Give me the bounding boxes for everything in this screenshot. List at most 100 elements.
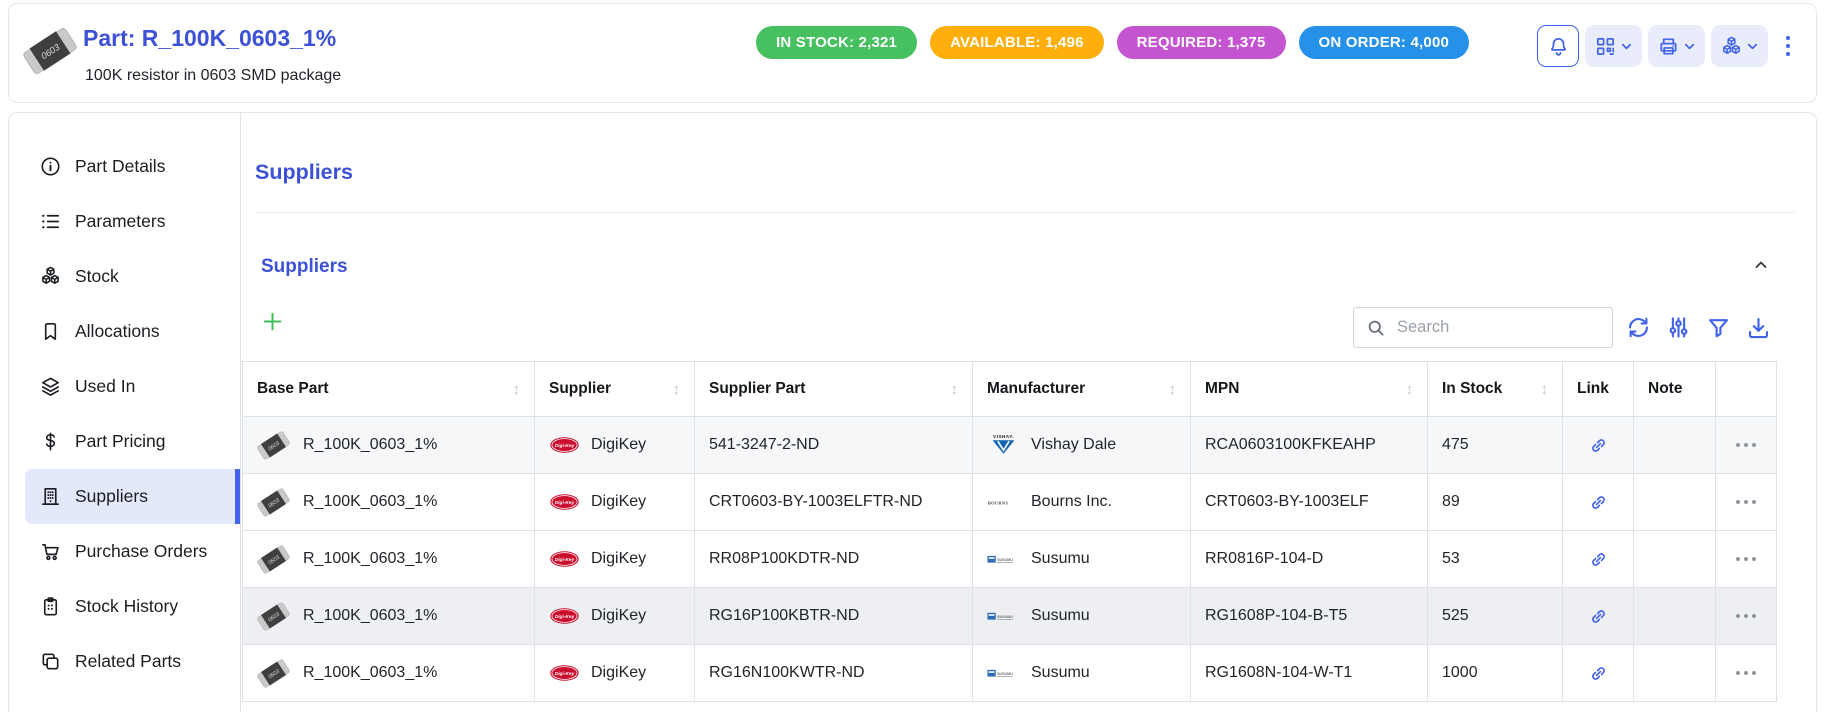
sidebar-item-part-pricing[interactable]: Part Pricing: [25, 414, 240, 469]
link-cell[interactable]: [1563, 531, 1634, 587]
column-header-mpn[interactable]: MPN↕: [1191, 362, 1428, 416]
supplier-cell[interactable]: DigiKey: [535, 588, 695, 644]
link-cell[interactable]: [1563, 588, 1634, 644]
table-search: [1353, 307, 1613, 348]
sidebar-item-suppliers[interactable]: Suppliers: [25, 469, 240, 524]
link-cell[interactable]: [1563, 645, 1634, 701]
mpn-cell: RG1608N-104-W-T1: [1191, 645, 1428, 701]
sidebar-item-label: Used In: [75, 376, 135, 397]
sidebar-item-stock[interactable]: Stock: [25, 249, 240, 304]
base-part-cell[interactable]: R_100K_0603_1%: [243, 417, 535, 473]
supplier-cell[interactable]: DigiKey: [535, 645, 695, 701]
row-menu-icon[interactable]: [1736, 500, 1757, 505]
external-link-icon[interactable]: [1588, 549, 1609, 570]
supplier-part-cell[interactable]: RG16P100KBTR-ND: [695, 588, 973, 644]
susumu-logo: [987, 603, 1020, 630]
external-link-icon[interactable]: [1588, 492, 1609, 513]
row-actions-cell[interactable]: [1716, 645, 1776, 701]
refresh-button[interactable]: [1625, 314, 1652, 341]
bourns-logo: [987, 489, 1020, 516]
base-part-cell[interactable]: R_100K_0603_1%: [243, 531, 535, 587]
column-header-note: Note: [1634, 362, 1716, 416]
sort-icon[interactable]: ↕: [505, 381, 521, 398]
row-menu-icon[interactable]: [1736, 671, 1757, 676]
manufacturer-cell[interactable]: Bourns Inc.: [973, 474, 1191, 530]
column-header-manufacturer[interactable]: Manufacturer↕: [973, 362, 1191, 416]
table-row[interactable]: R_100K_0603_1% DigiKey RG16N100KWTR-ND S…: [243, 644, 1776, 701]
supplier-cell[interactable]: DigiKey: [535, 531, 695, 587]
column-header-in-stock[interactable]: In Stock↕: [1428, 362, 1563, 416]
manufacturer-cell[interactable]: Susumu: [973, 531, 1191, 587]
column-header-supplier[interactable]: Supplier↕: [535, 362, 695, 416]
base-part-cell[interactable]: R_100K_0603_1%: [243, 588, 535, 644]
part-sidebar: Part Details Parameters Stock Allocation…: [9, 113, 241, 712]
row-menu-icon[interactable]: [1736, 443, 1757, 448]
in-stock-badge: IN STOCK: 2,321: [756, 26, 917, 59]
print-actions-button[interactable]: [1648, 25, 1705, 67]
row-menu-icon[interactable]: [1736, 614, 1757, 619]
table-row[interactable]: R_100K_0603_1% DigiKey RR08P100KDTR-ND S…: [243, 530, 1776, 587]
sidebar-item-related-parts[interactable]: Related Parts: [25, 634, 240, 689]
sort-icon[interactable]: ↕: [665, 381, 681, 398]
sidebar-item-label: Parameters: [75, 211, 165, 232]
sort-icon[interactable]: ↕: [1533, 381, 1549, 398]
link-cell[interactable]: [1563, 474, 1634, 530]
manufacturer-cell[interactable]: Vishay Dale: [973, 417, 1191, 473]
sidebar-item-part-details[interactable]: Part Details: [25, 139, 240, 194]
filter-button[interactable]: [1705, 314, 1732, 341]
collapse-section-button[interactable]: [1747, 252, 1775, 280]
sidebar-item-parameters[interactable]: Parameters: [25, 194, 240, 249]
refresh-icon: [1625, 314, 1652, 341]
base-part-cell[interactable]: R_100K_0603_1%: [243, 645, 535, 701]
layers-icon: [39, 375, 62, 398]
row-menu-icon[interactable]: [1736, 557, 1757, 562]
external-link-icon[interactable]: [1588, 606, 1609, 627]
table-header-row: Base Part↕ Supplier↕ Supplier Part↕ Manu…: [243, 362, 1776, 416]
notifications-button[interactable]: [1537, 25, 1579, 67]
in-stock-cell: 525: [1428, 588, 1563, 644]
info-circle-icon: [39, 155, 62, 178]
sort-icon[interactable]: ↕: [1398, 381, 1414, 398]
base-part-cell[interactable]: R_100K_0603_1%: [243, 474, 535, 530]
link-cell[interactable]: [1563, 417, 1634, 473]
manufacturer-cell[interactable]: Susumu: [973, 588, 1191, 644]
supplier-part-cell[interactable]: RG16N100KWTR-ND: [695, 645, 973, 701]
part-description: 100K resistor in 0603 SMD package: [85, 67, 341, 85]
row-actions-cell[interactable]: [1716, 588, 1776, 644]
sidebar-item-label: Stock: [75, 266, 119, 287]
supplier-cell[interactable]: DigiKey: [535, 474, 695, 530]
sidebar-item-purchase-orders[interactable]: Purchase Orders: [25, 524, 240, 579]
external-link-icon[interactable]: [1588, 663, 1609, 684]
supplier-part-cell[interactable]: 541-3247-2-ND: [695, 417, 973, 473]
sidebar-item-stock-history[interactable]: Stock History: [25, 579, 240, 634]
table-row[interactable]: R_100K_0603_1% DigiKey CRT0603-BY-1003EL…: [243, 473, 1776, 530]
column-header-supplier-part[interactable]: Supplier Part↕: [695, 362, 973, 416]
table-row[interactable]: R_100K_0603_1% DigiKey RG16P100KBTR-ND S…: [243, 587, 1776, 644]
supplier-part-cell[interactable]: CRT0603-BY-1003ELFTR-ND: [695, 474, 973, 530]
part-thumbnail[interactable]: [23, 26, 77, 76]
more-options-button[interactable]: [1774, 25, 1802, 67]
barcode-actions-button[interactable]: [1585, 25, 1642, 67]
manufacturer-cell[interactable]: Susumu: [973, 645, 1191, 701]
sidebar-item-allocations[interactable]: Allocations: [25, 304, 240, 359]
column-header-base-part[interactable]: Base Part↕: [243, 362, 535, 416]
search-input[interactable]: [1395, 317, 1612, 338]
row-actions-cell[interactable]: [1716, 531, 1776, 587]
row-actions-cell[interactable]: [1716, 417, 1776, 473]
table-row[interactable]: R_100K_0603_1% DigiKey 541-3247-2-ND Vis…: [243, 416, 1776, 473]
row-actions-cell[interactable]: [1716, 474, 1776, 530]
note-cell: [1634, 645, 1716, 701]
sidebar-item-used-in[interactable]: Used In: [25, 359, 240, 414]
part-thumbnail: [257, 601, 290, 632]
columns-button[interactable]: [1665, 314, 1692, 341]
digikey-logo: [549, 664, 580, 682]
sort-icon[interactable]: ↕: [1161, 381, 1177, 398]
supplier-part-cell[interactable]: RR08P100KDTR-ND: [695, 531, 973, 587]
stock-actions-button[interactable]: [1711, 25, 1768, 67]
column-header-actions: [1716, 362, 1776, 416]
supplier-cell[interactable]: DigiKey: [535, 417, 695, 473]
sort-icon[interactable]: ↕: [943, 381, 959, 398]
external-link-icon[interactable]: [1588, 435, 1609, 456]
add-supplier-button[interactable]: [257, 308, 287, 338]
download-button[interactable]: [1745, 314, 1772, 341]
